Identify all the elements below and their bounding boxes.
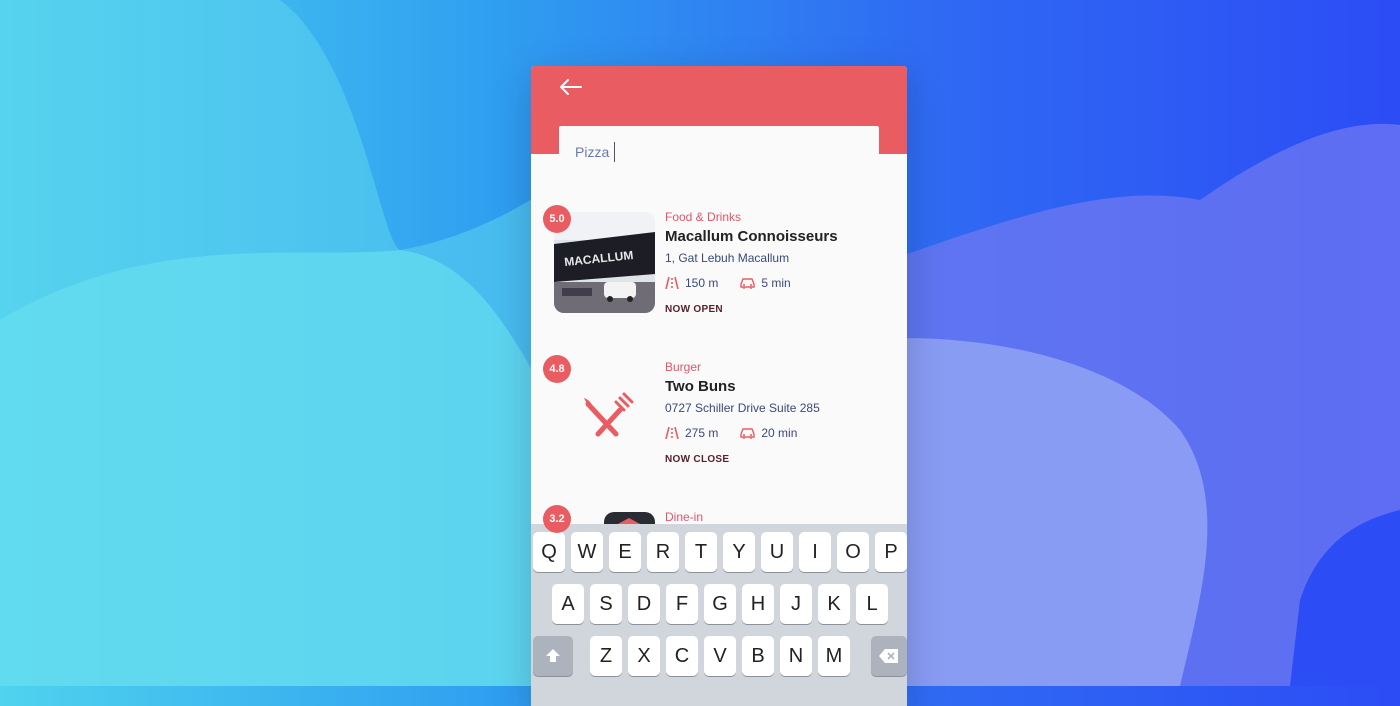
key-g[interactable]: G — [704, 584, 736, 624]
distance-row: 275 m 20 min — [665, 426, 797, 440]
key-o[interactable]: O — [837, 532, 869, 572]
key-s[interactable]: S — [590, 584, 622, 624]
road-icon — [665, 277, 679, 289]
shift-icon — [546, 649, 560, 662]
back-arrow-icon[interactable] — [557, 76, 583, 98]
restaurant-name: Two Buns — [665, 378, 736, 395]
delete-icon — [879, 649, 898, 663]
key-w[interactable]: W — [571, 532, 603, 572]
key-q[interactable]: Q — [533, 532, 565, 572]
list-item[interactable]: 5.0 MACALLUM Food & Drinks Macallum Conn… — [531, 196, 907, 336]
list-item[interactable]: 4.8 Burger Two Buns 0727 Schiller Drive … — [531, 346, 907, 486]
key-p[interactable]: P — [875, 532, 907, 572]
key-m[interactable]: M — [818, 636, 850, 676]
car-icon — [740, 428, 756, 439]
category-label: Burger — [665, 360, 702, 374]
rating-badge: 3.2 — [543, 505, 571, 533]
key-f[interactable]: F — [666, 584, 698, 624]
key-b[interactable]: B — [742, 636, 774, 676]
keyboard: Q W E R T Y U I O P A S D F G H J K L Z — [531, 524, 907, 706]
open-status: NOW OPEN — [665, 304, 723, 315]
key-v[interactable]: V — [704, 636, 736, 676]
distance-value: 275 m — [685, 426, 719, 440]
key-l[interactable]: L — [856, 584, 888, 624]
rating-badge: 4.8 — [543, 355, 571, 383]
key-e[interactable]: E — [609, 532, 641, 572]
restaurant-photo: MACALLUM — [554, 212, 655, 313]
keyboard-row-2: A S D F G H J K L — [531, 584, 907, 624]
key-d[interactable]: D — [628, 584, 660, 624]
key-z[interactable]: Z — [590, 636, 622, 676]
shift-key[interactable] — [533, 636, 573, 676]
restaurant-address: 1, Gat Lebuh Macallum — [665, 251, 790, 265]
key-x[interactable]: X — [628, 636, 660, 676]
rating-badge: 5.0 — [543, 205, 571, 233]
restaurant-name: Macallum Connoisseurs — [665, 228, 838, 245]
delete-key[interactable] — [871, 636, 907, 676]
key-j[interactable]: J — [780, 584, 812, 624]
key-i[interactable]: I — [799, 532, 831, 572]
key-u[interactable]: U — [761, 532, 793, 572]
key-h[interactable]: H — [742, 584, 774, 624]
distance-value: 150 m — [685, 276, 719, 290]
key-k[interactable]: K — [818, 584, 850, 624]
category-label: Food & Drinks — [665, 210, 742, 224]
key-c[interactable]: C — [666, 636, 698, 676]
drive-time-value: 5 min — [761, 276, 791, 290]
car-icon — [740, 278, 756, 289]
restaurant-address: 0727 Schiller Drive Suite 285 — [665, 401, 820, 415]
fork-knife-icon — [554, 362, 655, 463]
search-value: Pizza — [575, 144, 610, 160]
drive-time-value: 20 min — [761, 426, 798, 440]
key-r[interactable]: R — [647, 532, 679, 572]
text-caret — [614, 142, 615, 162]
key-t[interactable]: T — [685, 532, 717, 572]
key-a[interactable]: A — [552, 584, 584, 624]
keyboard-row-3: Z X C V B N M — [531, 636, 907, 676]
search-input[interactable]: Pizza — [559, 126, 879, 178]
distance-row: 150 m 5 min — [665, 276, 791, 290]
key-n[interactable]: N — [780, 636, 812, 676]
key-y[interactable]: Y — [723, 532, 755, 572]
keyboard-row-1: Q W E R T Y U I O P — [531, 532, 907, 572]
phone-screen: Pizza 5.0 MACALLUM Food & Drinks Macallu… — [531, 66, 907, 706]
open-status: NOW CLOSE — [665, 454, 730, 465]
category-label: Dine-in — [665, 510, 704, 524]
road-icon — [665, 427, 679, 439]
